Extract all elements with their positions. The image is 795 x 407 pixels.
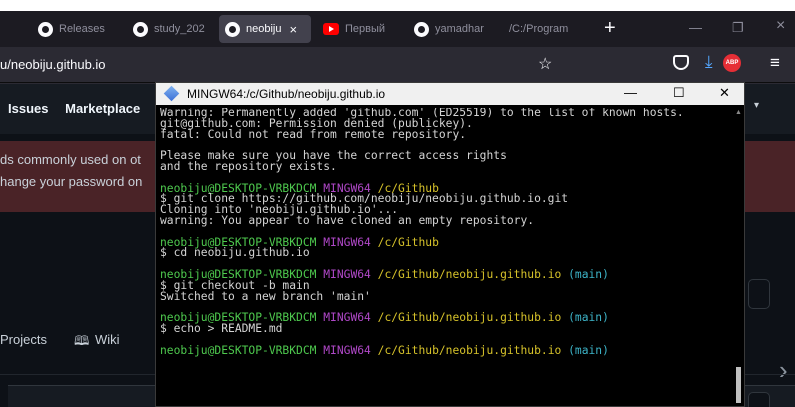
github-icon (414, 21, 429, 37)
pocket-icon[interactable] (673, 55, 689, 70)
restore-icon[interactable]: ❐ (732, 20, 744, 36)
terminal-text: warning: You appear to have cloned an em… (160, 213, 535, 227)
tab-projects[interactable]: Projects (0, 332, 47, 347)
maximize-icon[interactable]: ☐ (673, 85, 685, 101)
banner-line-1: ds commonly used on ot (0, 152, 141, 167)
tab-label: yamadhar (435, 23, 484, 35)
terminal-text: (main) (568, 311, 609, 325)
terminal-text: /c/Github/neobiju.github.io (377, 311, 569, 325)
terminal-text: /c/Github/neobiju.github.io (377, 343, 569, 357)
nav-issues[interactable]: Issues (8, 101, 48, 116)
close-tab-icon[interactable]: × (289, 22, 297, 37)
tab-label: study_202 (154, 23, 205, 35)
banner-line-2: hange your password on (0, 174, 143, 189)
tab-bar: Releases study_202 neobiju × Первый yama… (0, 11, 795, 47)
tab-yamadhar[interactable]: yamadhar (408, 15, 498, 43)
top-strip (0, 0, 795, 11)
github-icon (133, 21, 148, 37)
url-text[interactable]: u/neobiju.github.io (0, 57, 106, 72)
download-icon[interactable]: ⤓ (705, 52, 713, 72)
terminal-titlebar[interactable]: MINGW64:/c/Github/neobiju.github.io — ☐ … (156, 83, 744, 105)
github-icon (38, 21, 53, 37)
terminal-line: $ echo > README.md (160, 321, 730, 335)
terminal-line: and the repository exists. (160, 159, 730, 173)
adblock-icon[interactable]: ABP (723, 54, 741, 72)
terminal-title: MINGW64:/c/Github/neobiju.github.io (187, 87, 386, 101)
chevron-right-icon[interactable]: › (779, 355, 788, 386)
chevron-down-icon[interactable]: ▾ (754, 100, 759, 111)
terminal-text: /c/Github/neobiju.github.io (377, 267, 569, 281)
tab-partial[interactable] (0, 15, 22, 43)
minimize-icon[interactable]: — (689, 20, 702, 35)
close-icon[interactable]: ✕ (719, 85, 730, 101)
tab-youtube[interactable]: Первый (317, 15, 401, 43)
terminal-text: $ echo > README.md (160, 321, 283, 335)
close-window-icon[interactable]: × (776, 17, 785, 35)
tab-wiki[interactable]: Wiki (95, 332, 120, 347)
terminal-text: MINGW64 (323, 311, 378, 325)
terminal-text: (main) (568, 343, 609, 357)
tab-label: Releases (59, 23, 105, 35)
terminal-text: (main) (568, 267, 609, 281)
terminal-text: Switched to a new branch 'main' (160, 289, 371, 303)
terminal-text: MINGW64 (323, 235, 378, 249)
terminal-line: $ cd neobiju.github.io (160, 246, 730, 260)
terminal-text: fatal: Could not read from remote reposi… (160, 127, 467, 141)
terminal-line: neobiju@DESKTOP-VRBKDCM MINGW64 /c/Githu… (160, 343, 730, 357)
terminal-line: warning: You appear to have cloned an em… (160, 213, 730, 227)
tab-neobiju[interactable]: neobiju × (219, 15, 311, 43)
scroll-up-icon[interactable]: ▲ (735, 109, 742, 116)
terminal-text: $ cd neobiju.github.io (160, 246, 310, 260)
menu-icon[interactable]: ≡ (770, 53, 780, 73)
terminal-line: Switched to a new branch 'main' (160, 289, 730, 303)
youtube-icon (323, 23, 339, 35)
tab-program[interactable]: /C:/Program (503, 15, 595, 43)
minimize-icon[interactable]: — (624, 85, 637, 100)
scrollbar[interactable] (733, 107, 743, 406)
new-tab-button[interactable]: + (604, 18, 616, 38)
scrollbar-thumb[interactable] (736, 367, 741, 403)
github-nav: Issues Marketplace (8, 101, 153, 116)
terminal-text: MINGW64 (323, 267, 378, 281)
terminal-text: MINGW64 (323, 343, 378, 357)
tab-releases[interactable]: Releases (32, 15, 124, 43)
tab-label: /C:/Program (509, 23, 569, 35)
side-button-2[interactable] (748, 392, 770, 407)
terminal-text: /c/Github (377, 235, 439, 249)
nav-marketplace[interactable]: Marketplace (65, 101, 140, 116)
tab-study[interactable]: study_202 (127, 15, 214, 43)
book-icon: 🕮 (74, 333, 90, 348)
terminal-text: and the repository exists. (160, 159, 337, 173)
tab-label: Первый (345, 23, 386, 35)
github-icon (225, 21, 240, 37)
url-bar[interactable]: u/neobiju.github.io ☆ ⤓ ABP ≡ (0, 47, 795, 83)
terminal-window[interactable]: MINGW64:/c/Github/neobiju.github.io — ☐ … (155, 82, 745, 407)
tab-label: neobiju (246, 23, 282, 35)
terminal-output[interactable]: Warning: Permanently added 'github.com' … (160, 108, 730, 406)
mingw-icon (163, 85, 180, 102)
side-button[interactable] (748, 279, 770, 309)
star-icon[interactable]: ☆ (538, 54, 552, 74)
terminal-text: neobiju@DESKTOP-VRBKDCM (160, 343, 324, 357)
terminal-line: fatal: Could not read from remote reposi… (160, 127, 730, 141)
